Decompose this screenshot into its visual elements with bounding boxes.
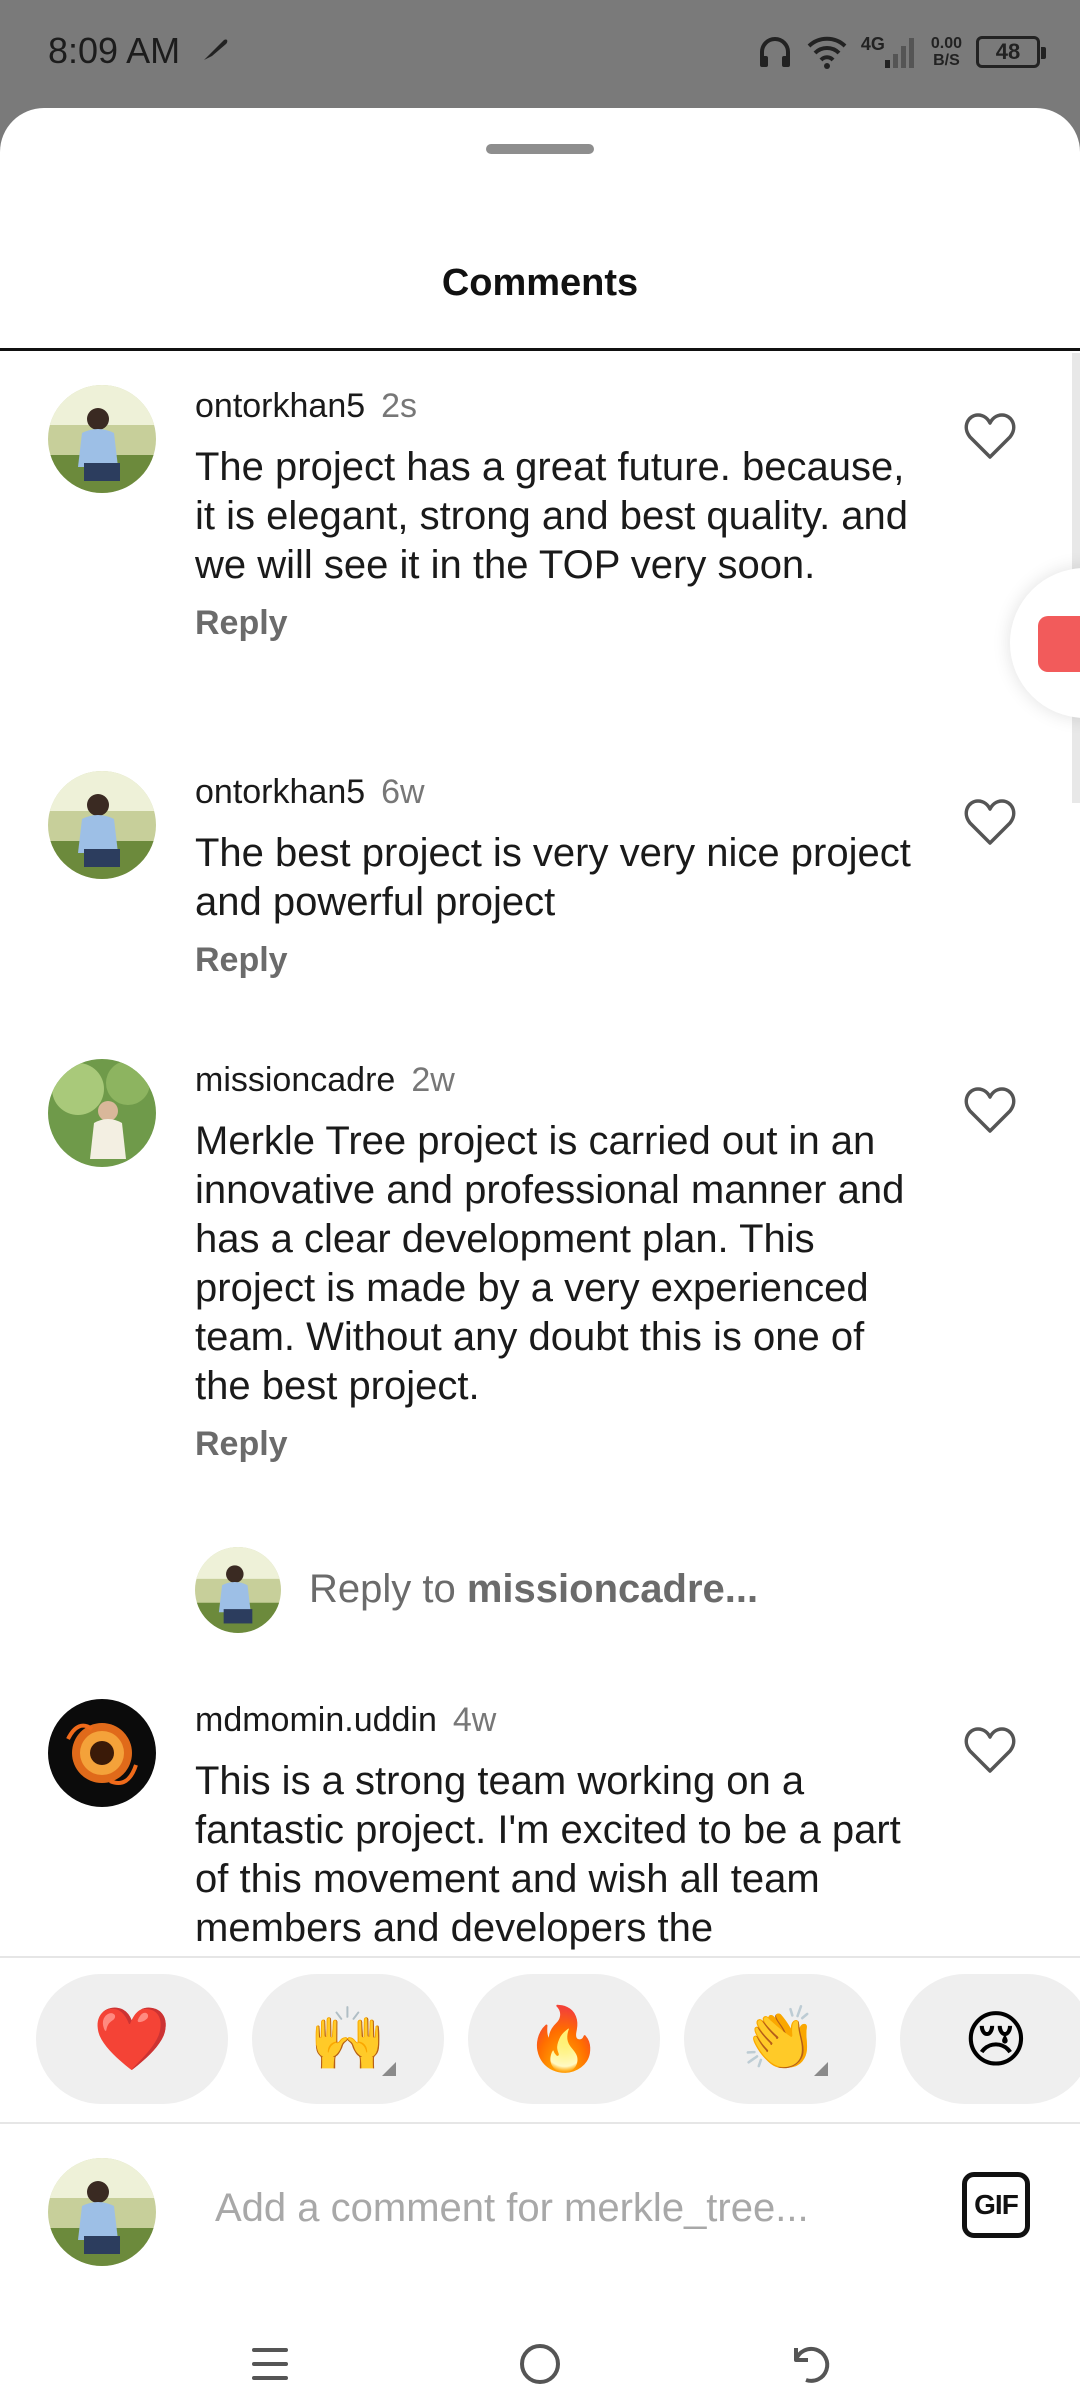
reply-to-prompt[interactable]: Reply to missioncadre...	[195, 1547, 955, 1637]
reply-button[interactable]: Reply	[195, 941, 288, 980]
back-icon[interactable]	[770, 2324, 850, 2400]
avatar[interactable]	[48, 385, 156, 493]
comment-username[interactable]: missioncadre	[195, 1061, 395, 1099]
heart-icon[interactable]	[964, 799, 1016, 847]
signal-icon	[884, 38, 914, 68]
divider	[0, 2122, 1080, 2124]
reaction-fire[interactable]: 🔥	[468, 1974, 660, 2104]
avatar[interactable]	[48, 771, 156, 879]
comment-username[interactable]: mdmomin.uddin	[195, 1701, 437, 1739]
avatar[interactable]	[48, 1699, 156, 1807]
reaction-raised-hands[interactable]: 🙌	[252, 1974, 444, 2104]
comment-time: 6w	[381, 773, 425, 811]
comment-username[interactable]: ontorkhan5	[195, 773, 365, 811]
gif-button[interactable]: GIF	[962, 2172, 1030, 2238]
drag-handle[interactable]	[486, 144, 594, 154]
heart-icon[interactable]	[964, 1087, 1016, 1135]
heart-icon[interactable]	[964, 413, 1016, 461]
home-circle-icon[interactable]	[500, 2324, 580, 2400]
menu-icon[interactable]	[230, 2324, 310, 2400]
heart-icon[interactable]	[964, 1727, 1016, 1775]
comment-text: The best project is very very nice proje…	[195, 831, 911, 924]
more-variants-indicator	[814, 2062, 828, 2076]
network-type: 4G	[861, 34, 917, 70]
comment-text: The project has a great future. because,…	[195, 445, 909, 587]
divider	[0, 1956, 1080, 1958]
status-bar: 8:09 AM 4G 0.00 B/S 48	[0, 0, 1080, 108]
wifi-icon	[807, 36, 847, 69]
comment-time: 2w	[411, 1061, 455, 1099]
comment-text: Merkle Tree project is carried out in an…	[195, 1119, 905, 1408]
reply-button[interactable]: Reply	[195, 1425, 288, 1464]
comment-username[interactable]: ontorkhan5	[195, 387, 365, 425]
sheet-title: Comments	[441, 262, 639, 304]
feather-icon	[204, 39, 228, 60]
comment-time: 4w	[452, 1701, 497, 1739]
headphones-icon	[759, 37, 790, 67]
reply-button[interactable]: Reply	[195, 604, 288, 643]
comment-text: This is a strong team working on a fanta…	[195, 1759, 901, 1950]
play-icon	[1038, 616, 1080, 672]
reaction-crying[interactable]: 😢	[900, 1974, 1080, 2104]
avatar[interactable]	[48, 1059, 156, 1167]
comments-list[interactable]: ontorkhan5 2s The project has a great fut…	[0, 351, 1080, 1953]
comments-sheet: Comments ontorkhan5 2s The project has a …	[0, 108, 1080, 2400]
battery-indicator: 48	[976, 36, 1046, 68]
comment-time: 2s	[381, 387, 418, 425]
comment-input[interactable]	[215, 2178, 855, 2238]
status-time: 8:09 AM	[48, 30, 181, 71]
avatar	[195, 1547, 281, 1633]
network-speed: 0.00 B/S	[930, 35, 962, 69]
comment-composer: GIF	[0, 2148, 1080, 2278]
system-nav-bar	[0, 2304, 1080, 2400]
reaction-clap[interactable]: 👏	[684, 1974, 876, 2104]
reaction-heart[interactable]: ❤️	[36, 1974, 228, 2104]
avatar	[48, 2158, 156, 2266]
quick-reactions-bar: ❤️ 🙌 🔥 👏 😢	[0, 1974, 1080, 2104]
reply-to-label: Reply to missioncadre...	[309, 1567, 759, 1611]
gif-icon: GIF	[974, 2189, 1019, 2220]
more-variants-indicator	[382, 2062, 396, 2076]
